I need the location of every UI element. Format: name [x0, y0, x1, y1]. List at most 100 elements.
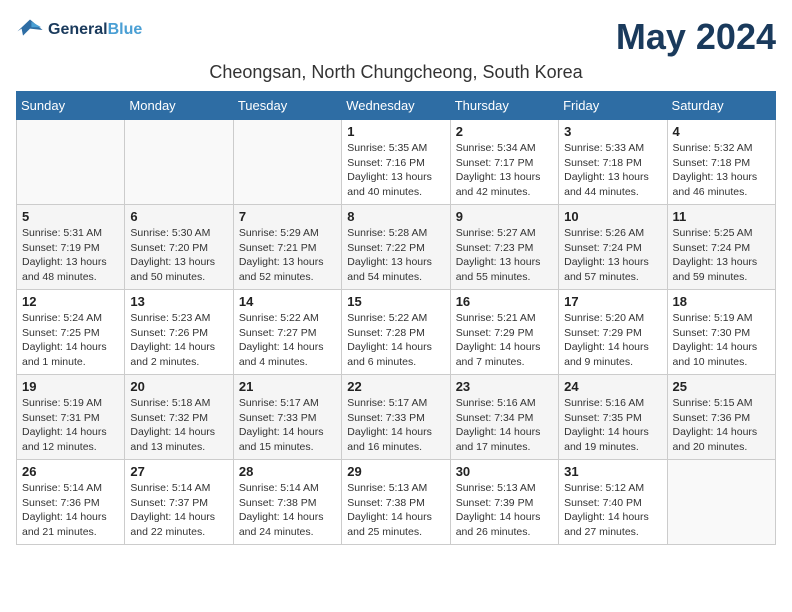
calendar-day-cell [17, 120, 125, 205]
day-info: Sunrise: 5:25 AMSunset: 7:24 PMDaylight:… [673, 226, 770, 285]
weekday-header-cell: Thursday [450, 92, 558, 120]
calendar-day-cell: 25 Sunrise: 5:15 AMSunset: 7:36 PMDayligh… [667, 375, 775, 460]
day-number: 6 [130, 209, 227, 224]
day-info: Sunrise: 5:22 AMSunset: 7:28 PMDaylight:… [347, 311, 444, 370]
calendar-day-cell: 16 Sunrise: 5:21 AMSunset: 7:29 PMDayligh… [450, 290, 558, 375]
day-info: Sunrise: 5:16 AMSunset: 7:34 PMDaylight:… [456, 396, 553, 455]
calendar-day-cell: 20 Sunrise: 5:18 AMSunset: 7:32 PMDayligh… [125, 375, 233, 460]
day-number: 28 [239, 464, 336, 479]
day-number: 27 [130, 464, 227, 479]
day-number: 24 [564, 379, 661, 394]
day-number: 7 [239, 209, 336, 224]
day-number: 29 [347, 464, 444, 479]
day-number: 23 [456, 379, 553, 394]
day-number: 1 [347, 124, 444, 139]
day-number: 20 [130, 379, 227, 394]
day-number: 22 [347, 379, 444, 394]
day-info: Sunrise: 5:33 AMSunset: 7:18 PMDaylight:… [564, 141, 661, 200]
day-info: Sunrise: 5:22 AMSunset: 7:27 PMDaylight:… [239, 311, 336, 370]
calendar-day-cell: 5Sunrise: 5:31 AMSunset: 7:19 PMDaylight… [17, 205, 125, 290]
location-title: Cheongsan, North Chungcheong, South Kore… [16, 62, 776, 83]
calendar-table: SundayMondayTuesdayWednesdayThursdayFrid… [16, 91, 776, 545]
day-number: 19 [22, 379, 119, 394]
weekday-header-cell: Monday [125, 92, 233, 120]
day-number: 9 [456, 209, 553, 224]
calendar-day-cell: 17 Sunrise: 5:20 AMSunset: 7:29 PMDayligh… [559, 290, 667, 375]
day-info: Sunrise: 5:15 AMSunset: 7:36 PMDaylight:… [673, 396, 770, 455]
day-number: 17 [564, 294, 661, 309]
calendar-day-cell [233, 120, 341, 205]
day-info: Sunrise: 5:18 AMSunset: 7:32 PMDaylight:… [130, 396, 227, 455]
calendar-day-cell: 21 Sunrise: 5:17 AMSunset: 7:33 PMDayligh… [233, 375, 341, 460]
day-number: 21 [239, 379, 336, 394]
calendar-day-cell: 31 Sunrise: 5:12 AMSunset: 7:40 PMDayligh… [559, 460, 667, 545]
day-number: 31 [564, 464, 661, 479]
calendar-day-cell: 4Sunrise: 5:32 AMSunset: 7:18 PMDaylight… [667, 120, 775, 205]
weekday-header-cell: Sunday [17, 92, 125, 120]
calendar-day-cell: 6 Sunrise: 5:30 AMSunset: 7:20 PMDaylight… [125, 205, 233, 290]
calendar-day-cell: 22 Sunrise: 5:17 AMSunset: 7:33 PMDayligh… [342, 375, 450, 460]
day-number: 11 [673, 209, 770, 224]
calendar-day-cell: 18 Sunrise: 5:19 AMSunset: 7:30 PMDayligh… [667, 290, 775, 375]
logo-text: GeneralBlue [48, 21, 142, 39]
day-info: Sunrise: 5:17 AMSunset: 7:33 PMDaylight:… [347, 396, 444, 455]
day-number: 3 [564, 124, 661, 139]
calendar-day-cell: 11 Sunrise: 5:25 AMSunset: 7:24 PMDayligh… [667, 205, 775, 290]
calendar-day-cell: 2 Sunrise: 5:34 AMSunset: 7:17 PMDaylight… [450, 120, 558, 205]
day-info: Sunrise: 5:17 AMSunset: 7:33 PMDaylight:… [239, 396, 336, 455]
day-info: Sunrise: 5:14 AMSunset: 7:38 PMDaylight:… [239, 481, 336, 540]
calendar-day-cell: 28 Sunrise: 5:14 AMSunset: 7:38 PMDayligh… [233, 460, 341, 545]
day-number: 18 [673, 294, 770, 309]
weekday-header-cell: Tuesday [233, 92, 341, 120]
calendar-week-row: 1Sunrise: 5:35 AMSunset: 7:16 PMDaylight… [17, 120, 776, 205]
day-info: Sunrise: 5:12 AMSunset: 7:40 PMDaylight:… [564, 481, 661, 540]
day-info: Sunrise: 5:19 AMSunset: 7:31 PMDaylight:… [22, 396, 119, 455]
day-number: 15 [347, 294, 444, 309]
calendar-week-row: 5Sunrise: 5:31 AMSunset: 7:19 PMDaylight… [17, 205, 776, 290]
day-number: 25 [673, 379, 770, 394]
day-number: 2 [456, 124, 553, 139]
day-info: Sunrise: 5:23 AMSunset: 7:26 PMDaylight:… [130, 311, 227, 370]
day-info: Sunrise: 5:14 AMSunset: 7:36 PMDaylight:… [22, 481, 119, 540]
calendar-body: 1Sunrise: 5:35 AMSunset: 7:16 PMDaylight… [17, 120, 776, 545]
day-info: Sunrise: 5:34 AMSunset: 7:17 PMDaylight:… [456, 141, 553, 200]
month-year-title: May 2024 [616, 16, 776, 58]
day-info: Sunrise: 5:21 AMSunset: 7:29 PMDaylight:… [456, 311, 553, 370]
calendar-day-cell [125, 120, 233, 205]
day-number: 30 [456, 464, 553, 479]
calendar-day-cell: 1Sunrise: 5:35 AMSunset: 7:16 PMDaylight… [342, 120, 450, 205]
calendar-day-cell: 14 Sunrise: 5:22 AMSunset: 7:27 PMDayligh… [233, 290, 341, 375]
day-info: Sunrise: 5:20 AMSunset: 7:29 PMDaylight:… [564, 311, 661, 370]
weekday-header-cell: Saturday [667, 92, 775, 120]
logo: GeneralBlue [16, 16, 142, 44]
day-info: Sunrise: 5:16 AMSunset: 7:35 PMDaylight:… [564, 396, 661, 455]
day-info: Sunrise: 5:28 AMSunset: 7:22 PMDaylight:… [347, 226, 444, 285]
calendar-day-cell: 23 Sunrise: 5:16 AMSunset: 7:34 PMDayligh… [450, 375, 558, 460]
calendar-day-cell: 15 Sunrise: 5:22 AMSunset: 7:28 PMDayligh… [342, 290, 450, 375]
calendar-day-cell: 10Sunrise: 5:26 AMSunset: 7:24 PMDayligh… [559, 205, 667, 290]
weekday-header-row: SundayMondayTuesdayWednesdayThursdayFrid… [17, 92, 776, 120]
day-info: Sunrise: 5:29 AMSunset: 7:21 PMDaylight:… [239, 226, 336, 285]
calendar-week-row: 12Sunrise: 5:24 AMSunset: 7:25 PMDayligh… [17, 290, 776, 375]
calendar-day-cell: 12Sunrise: 5:24 AMSunset: 7:25 PMDayligh… [17, 290, 125, 375]
day-number: 16 [456, 294, 553, 309]
day-info: Sunrise: 5:19 AMSunset: 7:30 PMDaylight:… [673, 311, 770, 370]
day-info: Sunrise: 5:13 AMSunset: 7:38 PMDaylight:… [347, 481, 444, 540]
day-number: 13 [130, 294, 227, 309]
day-number: 14 [239, 294, 336, 309]
day-info: Sunrise: 5:26 AMSunset: 7:24 PMDaylight:… [564, 226, 661, 285]
calendar-week-row: 26 Sunrise: 5:14 AMSunset: 7:36 PMDayligh… [17, 460, 776, 545]
day-number: 26 [22, 464, 119, 479]
calendar-day-cell: 30Sunrise: 5:13 AMSunset: 7:39 PMDayligh… [450, 460, 558, 545]
calendar-day-cell: 13 Sunrise: 5:23 AMSunset: 7:26 PMDayligh… [125, 290, 233, 375]
weekday-header-cell: Friday [559, 92, 667, 120]
calendar-day-cell: 9 Sunrise: 5:27 AMSunset: 7:23 PMDaylight… [450, 205, 558, 290]
day-info: Sunrise: 5:30 AMSunset: 7:20 PMDaylight:… [130, 226, 227, 285]
day-number: 4 [673, 124, 770, 139]
calendar-day-cell: 24 Sunrise: 5:16 AMSunset: 7:35 PMDayligh… [559, 375, 667, 460]
day-number: 5 [22, 209, 119, 224]
calendar-day-cell: 19 Sunrise: 5:19 AMSunset: 7:31 PMDayligh… [17, 375, 125, 460]
calendar-day-cell: 7 Sunrise: 5:29 AMSunset: 7:21 PMDaylight… [233, 205, 341, 290]
day-info: Sunrise: 5:24 AMSunset: 7:25 PMDaylight:… [22, 311, 119, 370]
day-info: Sunrise: 5:27 AMSunset: 7:23 PMDaylight:… [456, 226, 553, 285]
